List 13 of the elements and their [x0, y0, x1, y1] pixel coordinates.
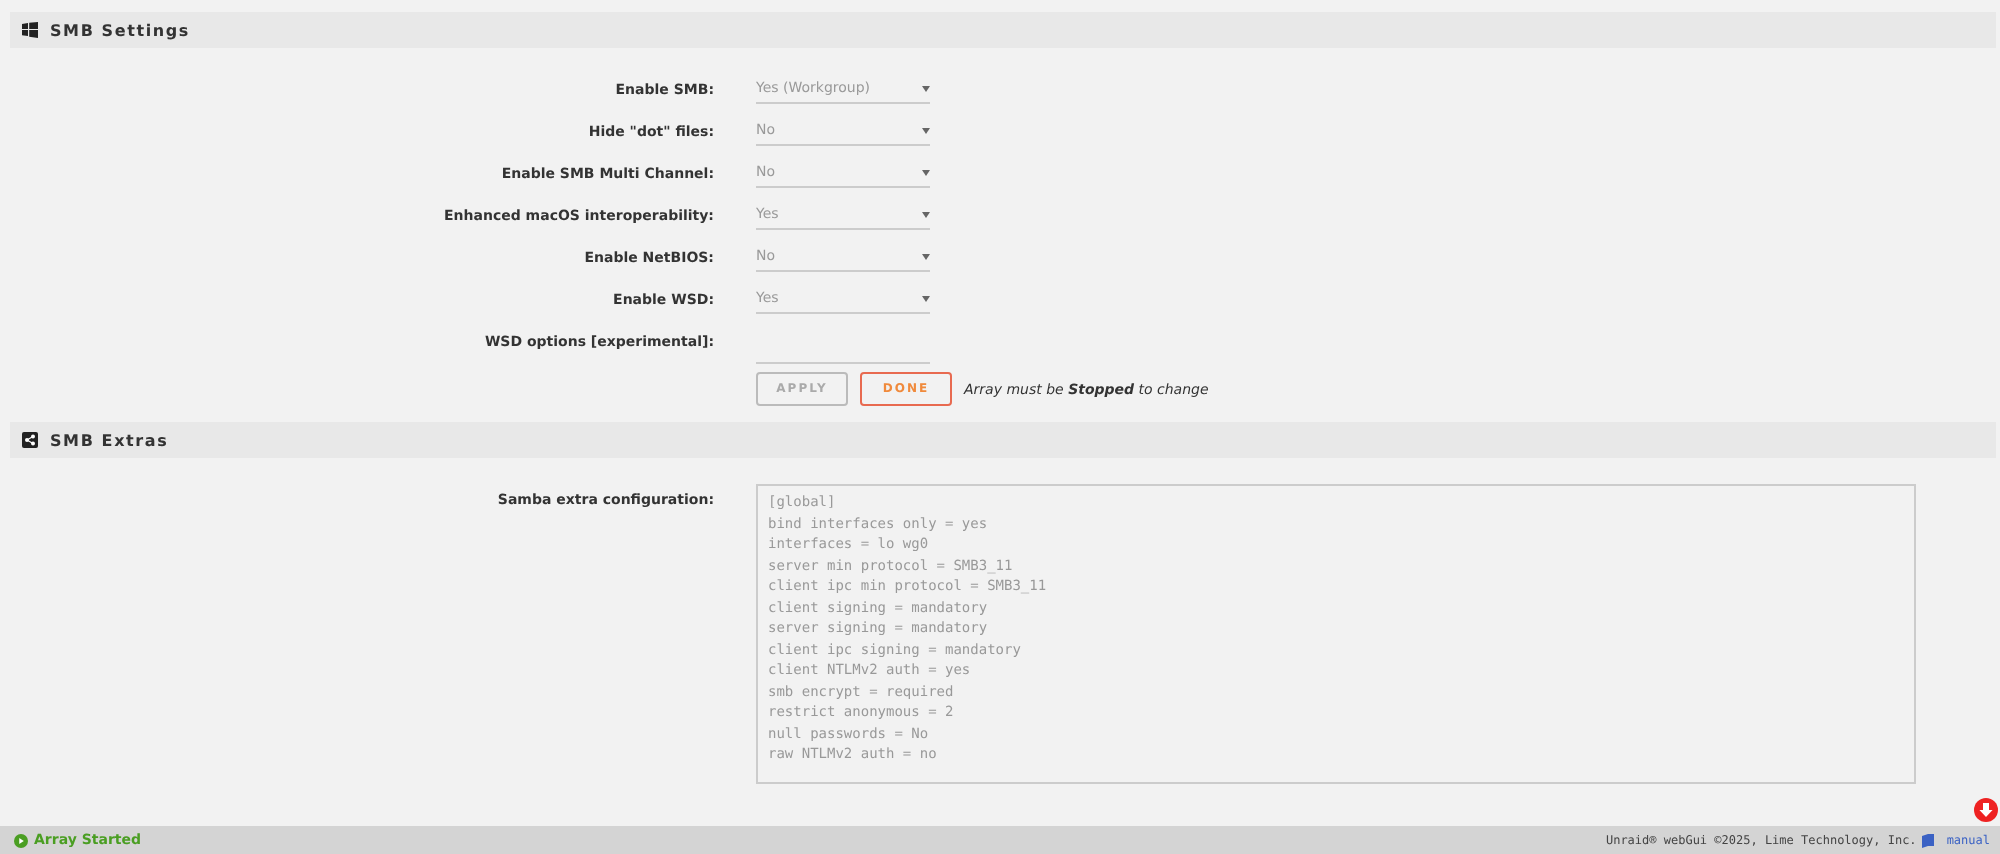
caret-icon	[922, 211, 930, 217]
caret-icon	[922, 295, 930, 301]
book-icon	[1922, 833, 1935, 847]
arrow-down-icon[interactable]	[1974, 798, 1998, 822]
caret-icon	[922, 85, 930, 91]
play-circle-icon	[14, 833, 28, 847]
share-icon	[22, 432, 38, 448]
caret-icon	[922, 169, 930, 175]
section-title: SMB Extras	[50, 431, 169, 449]
caret-icon	[922, 253, 930, 259]
windows-icon	[22, 22, 38, 38]
caret-icon	[922, 127, 930, 133]
section-title: SMB Settings	[50, 21, 190, 39]
